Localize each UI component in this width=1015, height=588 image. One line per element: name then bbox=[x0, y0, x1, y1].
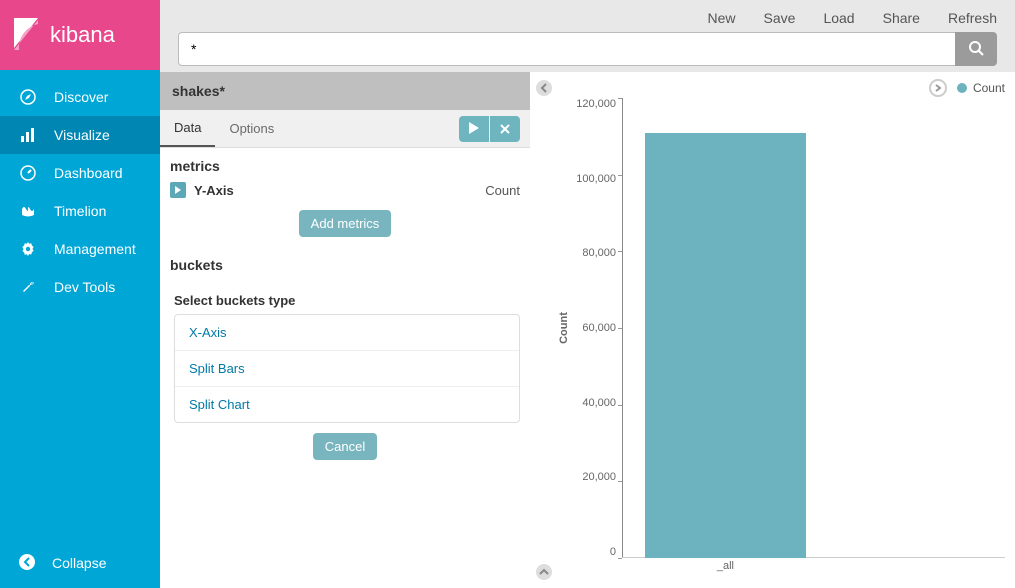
config-panel: shakes* Data Options bbox=[160, 72, 530, 588]
collapse-label: Collapse bbox=[36, 555, 106, 571]
top-actions: New Save Load Share Refresh bbox=[160, 0, 1015, 32]
search-bar bbox=[160, 32, 1015, 72]
close-icon bbox=[500, 121, 510, 137]
sidebar-item-devtools[interactable]: Dev Tools bbox=[0, 268, 160, 306]
chart-legend: Count bbox=[556, 78, 1005, 98]
play-icon bbox=[469, 121, 479, 137]
apply-button[interactable] bbox=[459, 116, 489, 142]
metric-yaxis-row[interactable]: Y-Axis Count bbox=[160, 180, 530, 200]
sidebar-item-label: Management bbox=[38, 241, 136, 257]
bucket-option-split-chart[interactable]: Split Chart bbox=[175, 387, 519, 422]
kibana-logo-icon bbox=[14, 18, 42, 52]
wrench-icon bbox=[18, 279, 38, 295]
metrics-heading: metrics bbox=[160, 148, 530, 180]
bucket-option-xaxis[interactable]: X-Axis bbox=[175, 315, 519, 351]
sidebar-collapse[interactable]: Collapse bbox=[0, 538, 160, 588]
workspace: shakes* Data Options bbox=[160, 72, 1015, 588]
compass-icon bbox=[18, 89, 38, 105]
tab-data[interactable]: Data bbox=[160, 110, 215, 147]
sidebar-item-label: Discover bbox=[38, 89, 108, 105]
sidebar-item-label: Dashboard bbox=[38, 165, 123, 181]
panel-collapse-up[interactable] bbox=[535, 563, 553, 584]
discard-button[interactable] bbox=[490, 116, 520, 142]
sidebar-item-label: Timelion bbox=[38, 203, 106, 219]
sidebar-item-timelion[interactable]: Timelion bbox=[0, 192, 160, 230]
sidebar-item-dashboard[interactable]: Dashboard bbox=[0, 154, 160, 192]
x-tick-label: _all bbox=[717, 560, 734, 572]
x-axis-ticks: _all bbox=[622, 558, 1005, 578]
buckets-heading: buckets bbox=[160, 247, 530, 279]
chart-canvas bbox=[622, 98, 1005, 558]
action-save[interactable]: Save bbox=[764, 10, 796, 26]
sidebar-item-management[interactable]: Management bbox=[0, 230, 160, 268]
gear-icon bbox=[18, 241, 38, 257]
timelion-icon bbox=[18, 203, 38, 219]
y-axis-ticks: 120,000100,00080,00060,00040,00020,0000 bbox=[572, 98, 622, 558]
action-new[interactable]: New bbox=[708, 10, 736, 26]
plot-area: Count 120,000100,00080,00060,00040,00020… bbox=[556, 98, 1005, 558]
tab-options[interactable]: Options bbox=[215, 110, 288, 147]
chart-panel: Count Count 120,000100,00080,00060,00040… bbox=[530, 72, 1015, 588]
config-tabs: Data Options bbox=[160, 110, 530, 148]
sidebar: kibana Discover Visualize Dashboard bbox=[0, 0, 160, 588]
action-load[interactable]: Load bbox=[823, 10, 854, 26]
search-input[interactable] bbox=[178, 32, 955, 66]
bar-chart-icon bbox=[18, 127, 38, 143]
gauge-icon bbox=[18, 165, 38, 181]
search-button[interactable] bbox=[955, 32, 997, 66]
cancel-button[interactable]: Cancel bbox=[313, 433, 377, 460]
panel-collapse-left[interactable] bbox=[535, 79, 553, 100]
sidebar-item-label: Dev Tools bbox=[38, 279, 115, 295]
collapse-left-icon bbox=[18, 553, 36, 574]
legend-series-label: Count bbox=[973, 81, 1005, 95]
y-axis-label: Count bbox=[558, 312, 570, 344]
action-share[interactable]: Share bbox=[883, 10, 920, 26]
main: New Save Load Share Refresh shakes* Data… bbox=[160, 0, 1015, 588]
search-icon bbox=[968, 40, 984, 59]
bucket-type-list: X-Axis Split Bars Split Chart bbox=[174, 314, 520, 423]
brand-name: kibana bbox=[42, 22, 115, 48]
add-metrics-button[interactable]: Add metrics bbox=[299, 210, 392, 237]
metric-yaxis-value: Count bbox=[485, 183, 520, 198]
metric-yaxis-label: Y-Axis bbox=[194, 183, 234, 198]
sidebar-item-label: Visualize bbox=[38, 127, 110, 143]
index-pattern-title: shakes* bbox=[160, 72, 530, 110]
legend-color-dot-icon bbox=[957, 83, 967, 93]
legend-toggle[interactable] bbox=[929, 79, 947, 97]
sidebar-item-discover[interactable]: Discover bbox=[0, 78, 160, 116]
buckets-select-label: Select buckets type bbox=[160, 279, 530, 314]
action-refresh[interactable]: Refresh bbox=[948, 10, 997, 26]
caret-right-icon bbox=[170, 182, 186, 198]
brand-logo[interactable]: kibana bbox=[0, 0, 160, 70]
sidebar-item-visualize[interactable]: Visualize bbox=[0, 116, 160, 154]
bucket-option-split-bars[interactable]: Split Bars bbox=[175, 351, 519, 387]
bar[interactable] bbox=[645, 133, 806, 559]
